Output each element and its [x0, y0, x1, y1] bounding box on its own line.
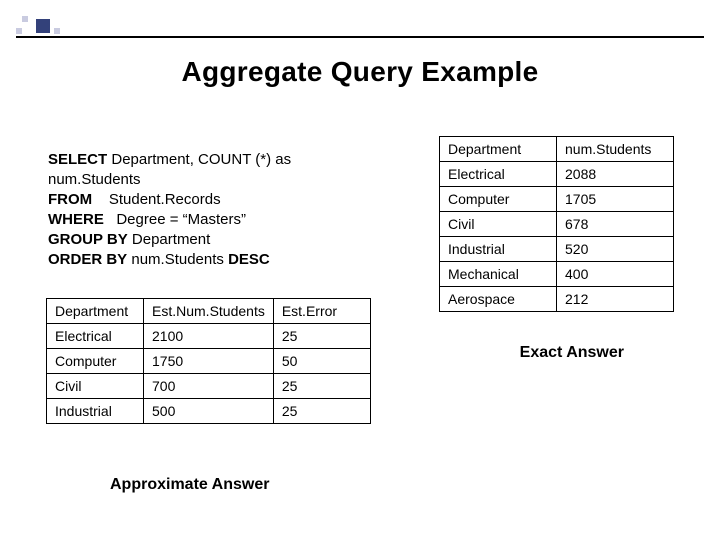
slide-title: Aggregate Query Example: [0, 56, 720, 88]
table-header: Est.Error: [273, 299, 370, 324]
exact-table-body: Departmentnum.StudentsElectrical2088Comp…: [439, 136, 674, 312]
table-header: Department: [440, 137, 557, 162]
title-rule: [16, 36, 704, 38]
table-row: Electrical2088: [440, 162, 674, 187]
table-row: Computer175050: [47, 349, 371, 374]
approx-table: DepartmentEst.Num.StudentsEst.ErrorElect…: [46, 298, 371, 424]
table-header: num.Students: [557, 137, 674, 162]
table-header: Department: [47, 299, 144, 324]
approx-label: Approximate Answer: [110, 476, 269, 494]
table-row: Civil678: [440, 212, 674, 237]
table-row: Electrical210025: [47, 324, 371, 349]
table-row: Aerospace212: [440, 287, 674, 312]
exact-label: Exact Answer: [520, 344, 624, 362]
table-row: Civil70025: [47, 374, 371, 399]
exact-table: Departmentnum.StudentsElectrical2088Comp…: [439, 136, 674, 312]
table-row: Mechanical400: [440, 262, 674, 287]
table-row: Industrial50025: [47, 399, 371, 424]
sql-query: SELECT Department, COUNT (*) asnum.Stude…: [48, 150, 291, 270]
table-header: Est.Num.Students: [144, 299, 274, 324]
table-row: Industrial520: [440, 237, 674, 262]
table-row: Computer1705: [440, 187, 674, 212]
slide-deco-icon: [16, 16, 72, 36]
approx-table-body: DepartmentEst.Num.StudentsEst.ErrorElect…: [46, 298, 371, 424]
